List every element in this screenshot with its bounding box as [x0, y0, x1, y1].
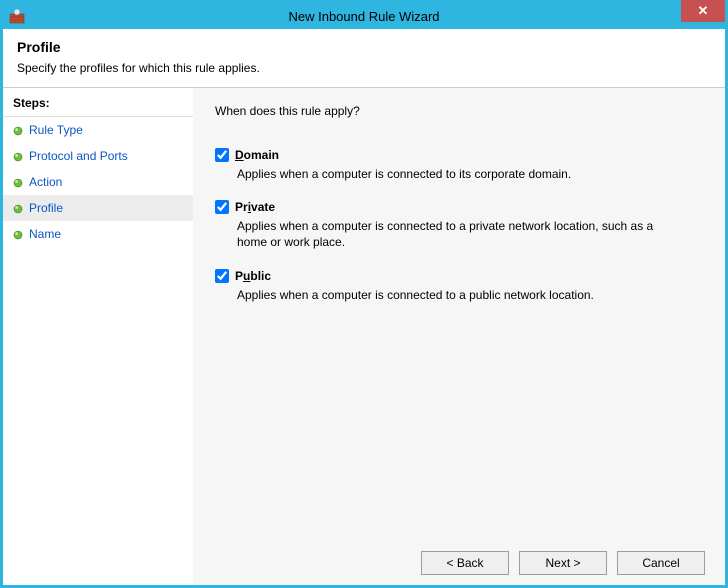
step-bullet-icon — [13, 125, 23, 135]
step-label: Profile — [29, 201, 63, 215]
option-description-private: Applies when a computer is connected to … — [237, 218, 677, 250]
page-description: Specify the profiles for which this rule… — [17, 61, 711, 75]
option-label-private[interactable]: Private — [235, 200, 275, 214]
close-icon: ✕ — [698, 3, 709, 19]
step-bullet-icon — [13, 229, 23, 239]
step-label: Name — [29, 227, 61, 241]
step-label: Protocol and Ports — [29, 149, 128, 163]
option-row: Public — [215, 269, 705, 283]
content-panel: When does this rule apply? Domain Applies… — [193, 88, 725, 585]
close-button[interactable]: ✕ — [681, 0, 725, 22]
step-label: Action — [29, 175, 62, 189]
wizard-window: New Inbound Rule Wizard ✕ Profile Specif… — [0, 0, 728, 588]
checkbox-domain[interactable] — [215, 148, 229, 162]
profile-option-domain: Domain Applies when a computer is connect… — [215, 148, 705, 182]
step-item-protocol-and-ports[interactable]: Protocol and Ports — [3, 143, 193, 169]
button-row: < Back Next > Cancel — [215, 541, 705, 575]
option-label-public[interactable]: Public — [235, 269, 271, 283]
option-description-public: Applies when a computer is connected to … — [237, 287, 677, 303]
page-header: Profile Specify the profiles for which t… — [3, 29, 725, 88]
step-item-name[interactable]: Name — [3, 221, 193, 247]
profile-option-private: Private Applies when a computer is connec… — [215, 200, 705, 250]
step-item-rule-type[interactable]: Rule Type — [3, 117, 193, 143]
cancel-button[interactable]: Cancel — [617, 551, 705, 575]
step-item-profile[interactable]: Profile — [3, 195, 193, 221]
page-title: Profile — [17, 39, 711, 55]
steps-list: Rule Type Protocol and Ports Action Profile… — [3, 117, 193, 247]
step-bullet-icon — [13, 151, 23, 161]
firewall-icon — [9, 8, 25, 24]
titlebar: New Inbound Rule Wizard ✕ — [3, 3, 725, 29]
window-title: New Inbound Rule Wizard — [3, 9, 725, 24]
steps-panel: Steps: Rule Type Protocol and Ports Action… — [3, 88, 193, 585]
steps-heading: Steps: — [3, 92, 193, 117]
profile-option-public: Public Applies when a computer is connect… — [215, 269, 705, 303]
checkbox-private[interactable] — [215, 200, 229, 214]
step-bullet-icon — [13, 203, 23, 213]
back-button[interactable]: < Back — [421, 551, 509, 575]
option-row: Domain — [215, 148, 705, 162]
step-bullet-icon — [13, 177, 23, 187]
step-label: Rule Type — [29, 123, 83, 137]
option-description-domain: Applies when a computer is connected to … — [237, 166, 677, 182]
step-item-action[interactable]: Action — [3, 169, 193, 195]
body: Steps: Rule Type Protocol and Ports Action… — [3, 88, 725, 585]
options-list: Domain Applies when a computer is connect… — [215, 148, 705, 321]
option-row: Private — [215, 200, 705, 214]
next-button[interactable]: Next > — [519, 551, 607, 575]
option-label-domain[interactable]: Domain — [235, 148, 279, 162]
profile-question: When does this rule apply? — [215, 104, 705, 118]
checkbox-public[interactable] — [215, 269, 229, 283]
